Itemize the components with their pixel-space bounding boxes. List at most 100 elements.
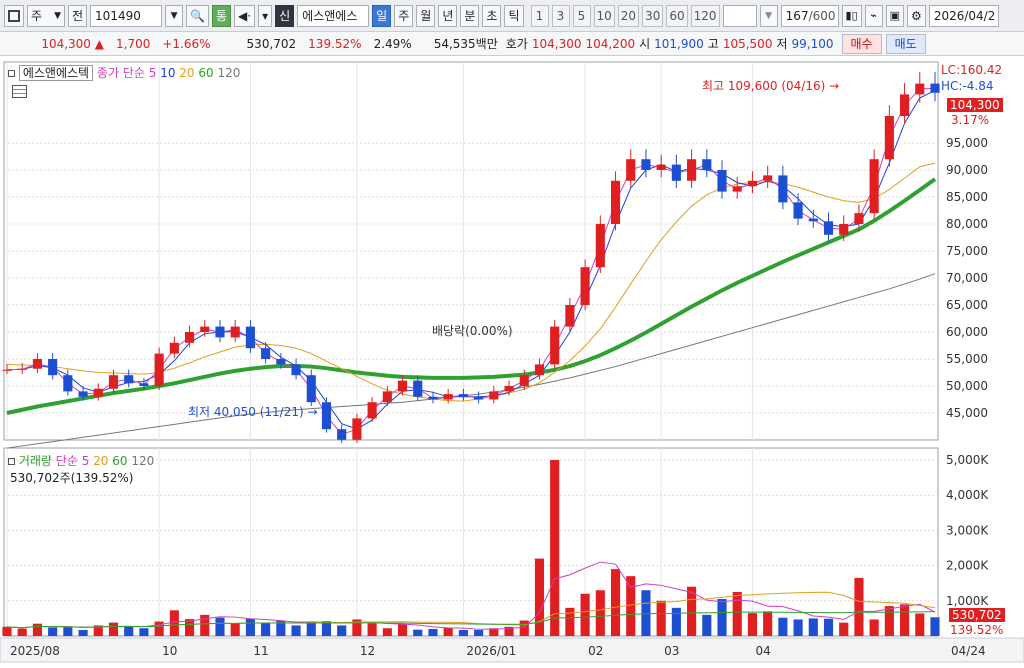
code-dropdown-button[interactable]: ▼ <box>165 4 184 27</box>
count-input[interactable]: 167/600 <box>780 4 839 27</box>
open-label: 시 <box>639 37 651 51</box>
volume-bar <box>641 590 651 636</box>
legend-box-icon <box>8 70 15 77</box>
volume-bar <box>900 604 910 636</box>
interval-20[interactable]: 20 <box>617 4 640 27</box>
table-icon[interactable] <box>12 85 27 98</box>
volume-bar <box>732 592 742 636</box>
volume-bar <box>671 607 681 636</box>
current-price-label: 104,300 <box>947 98 1003 112</box>
volume-tick-label: 3,000K <box>946 523 989 537</box>
save-button[interactable]: ▣ <box>885 4 905 27</box>
candle-body <box>717 170 727 192</box>
price-change-pct: +1.66% <box>162 36 211 51</box>
candle-body <box>915 83 925 95</box>
period-tab-monthly[interactable]: 월 <box>416 4 436 27</box>
compare-button[interactable]: 통 <box>212 4 232 27</box>
interval-10[interactable]: 10 <box>593 4 615 27</box>
interval-60[interactable]: 60 <box>666 4 688 27</box>
credit-button[interactable]: 신 <box>275 4 295 27</box>
candle-body <box>93 388 103 397</box>
price-change: 1,700 <box>116 36 151 51</box>
code-input[interactable]: 101490 <box>90 4 163 27</box>
legend-ma20: 20 <box>179 66 195 80</box>
candle-body <box>215 326 225 338</box>
candle-body <box>595 224 605 268</box>
date-input[interactable]: 2026/04/2 <box>928 4 999 27</box>
sell-button[interactable]: 매도 <box>885 33 926 54</box>
candle-body <box>169 342 179 354</box>
price-tick-label: 85,000 <box>946 190 988 204</box>
candle-body <box>321 402 332 430</box>
save-icon: ▣ <box>889 9 901 22</box>
arrow-right-icon: → <box>307 405 318 419</box>
volume-current-label: 530,702 <box>949 608 1005 622</box>
interval-30[interactable]: 30 <box>642 4 664 27</box>
search-button[interactable]: 🔍 <box>186 4 209 27</box>
candle-body <box>63 375 73 392</box>
settings-button[interactable]: ⚙ <box>907 4 926 27</box>
candle-body <box>504 386 514 392</box>
stock-name-field[interactable]: 에스앤에스 <box>297 4 370 27</box>
chevron-down-icon: ▼ <box>54 10 61 21</box>
interval-120[interactable]: 120 <box>690 4 720 27</box>
candle-type-button[interactable]: ▮▯ <box>841 4 862 27</box>
date-tick-label: 04 <box>755 644 770 658</box>
candle-body <box>550 326 560 365</box>
volume-bar <box>124 626 134 636</box>
window-icon <box>8 9 20 22</box>
chart-style-button[interactable]: ⌁ <box>864 4 883 27</box>
low-annotation: 최저 40,050 (11/21) → <box>188 403 318 420</box>
lc-indicator: LC:160.42 <box>941 63 1003 77</box>
period-tab-second[interactable]: 초 <box>482 4 502 27</box>
turnover-rate: 2.49% <box>373 36 412 51</box>
candle-body <box>428 396 438 400</box>
interval-5[interactable]: 5 <box>572 4 591 27</box>
legend-stock-name[interactable]: 에스앤에스텍 <box>18 65 94 81</box>
volume-bar <box>869 619 879 636</box>
layout-icon[interactable] <box>4 4 24 27</box>
candle-body <box>474 396 484 400</box>
price-tick-label: 80,000 <box>946 217 988 231</box>
interval-input[interactable] <box>722 4 757 27</box>
candle-body <box>656 164 666 170</box>
period-tab-minute[interactable]: 분 <box>460 4 480 27</box>
legend-vol-ma120: 120 <box>131 454 155 468</box>
date-tick-label: 02 <box>588 644 603 658</box>
volume-pct-label: 139.52% <box>950 623 1004 637</box>
period-tab-tick[interactable]: 틱 <box>504 4 524 27</box>
type-select[interactable]: 주 ▼ <box>27 4 65 27</box>
volume-bar <box>778 617 788 636</box>
sound-button[interactable]: ◀· <box>234 4 256 27</box>
high-annotation-text: 최고 109,600 (04/16) <box>702 79 826 93</box>
up-arrow-icon: ▲ <box>94 36 104 51</box>
candle-body <box>78 391 88 397</box>
price-tick-label: 45,000 <box>946 406 988 420</box>
price-tick-label: 60,000 <box>946 325 988 339</box>
line-chart-icon: ⌁ <box>870 9 877 22</box>
legend-vol-ma60: 60 <box>112 454 128 468</box>
period-tab-weekly[interactable]: 주 <box>394 4 414 27</box>
price-tick-label: 55,000 <box>946 352 988 366</box>
search-icon: 🔍 <box>190 8 205 23</box>
dividend-annotation: 배당락(0.00%) <box>432 324 513 338</box>
volume-bar <box>717 599 727 636</box>
period-tab-daily[interactable]: 일 <box>372 4 392 27</box>
candle-body <box>580 267 590 305</box>
period-tab-yearly[interactable]: 년 <box>438 4 458 27</box>
price-volume-chart[interactable]: 45,000 50,000 55,000 60,000 65,000 70,000 75,0… <box>0 58 1024 668</box>
count-total: /600 <box>808 8 836 23</box>
volume-bar <box>108 622 119 636</box>
candle-body <box>900 94 910 116</box>
buy-button[interactable]: 매수 <box>841 33 882 54</box>
interval-3[interactable]: 3 <box>551 4 570 27</box>
prev-button[interactable]: 전 <box>68 4 88 27</box>
split-button[interactable]: ▾ <box>258 4 273 27</box>
interval-1[interactable]: 1 <box>530 4 549 27</box>
candle-body <box>565 305 575 327</box>
legend-ma-label: 종가 단순 <box>96 66 145 80</box>
speaker-icon: ◀· <box>238 8 252 23</box>
chart-area[interactable]: 45,000 50,000 55,000 60,000 65,000 70,000 75,0… <box>0 58 1024 668</box>
interval-dropdown-button[interactable]: ▼ <box>759 4 778 27</box>
candle-body <box>230 326 240 338</box>
